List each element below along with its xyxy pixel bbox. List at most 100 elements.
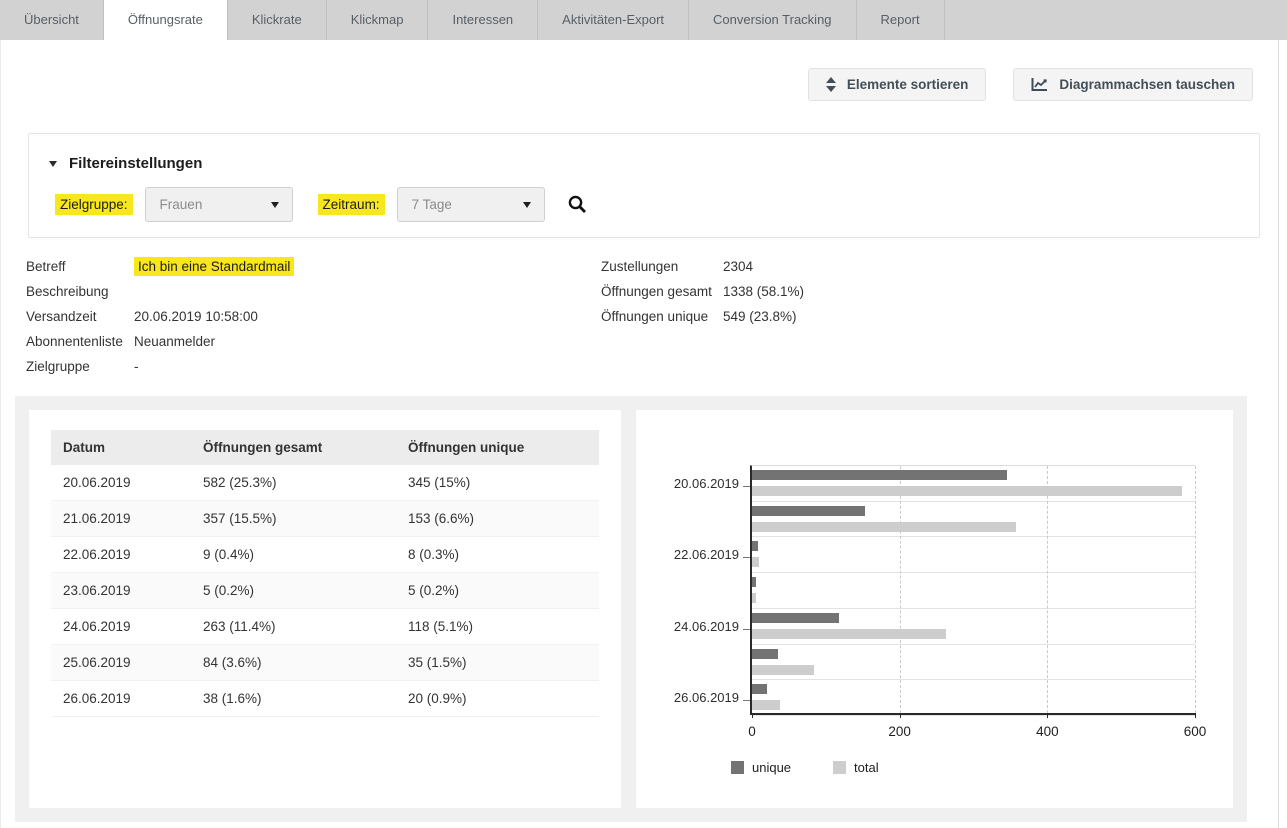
chart-xlabel: 200 bbox=[888, 724, 911, 739]
results-panel: DatumÖffnungen gesamtÖffnungen unique 20… bbox=[15, 396, 1247, 822]
detail-label: Zielgruppe bbox=[26, 359, 134, 374]
chart-plot: 20.06.201922.06.201924.06.201926.06.2019… bbox=[750, 465, 1195, 715]
chart-ylabel: 20.06.2019 bbox=[674, 476, 739, 491]
table-cell: 5 (0.2%) bbox=[396, 573, 599, 609]
tab-klickrate[interactable]: Klickrate bbox=[228, 0, 327, 40]
tab-conversion-tracking[interactable]: Conversion Tracking bbox=[689, 0, 857, 40]
search-icon[interactable] bbox=[567, 194, 588, 215]
line-chart-icon bbox=[1031, 77, 1048, 92]
chart-row bbox=[752, 537, 1195, 573]
legend-label: total bbox=[854, 760, 879, 775]
chart-bar-total bbox=[752, 700, 780, 710]
table-cell: 20 (0.9%) bbox=[396, 681, 599, 717]
zielgruppe-dropdown[interactable]: Frauen bbox=[145, 187, 293, 222]
openings-table-card: DatumÖffnungen gesamtÖffnungen unique 20… bbox=[29, 410, 621, 808]
detail-row: Versandzeit20.06.2019 10:58:00 bbox=[26, 304, 294, 329]
table-cell: 118 (5.1%) bbox=[396, 609, 599, 645]
swap-chart-axes-label: Diagrammachsen tauschen bbox=[1059, 77, 1235, 92]
sort-arrows-icon bbox=[826, 77, 836, 92]
chart-gridline bbox=[1047, 466, 1048, 713]
table-column-header: Öffnungen unique bbox=[396, 430, 599, 465]
table-cell: 26.06.2019 bbox=[51, 681, 191, 717]
table-cell: 9 (0.4%) bbox=[191, 537, 396, 573]
chart-xlabel: 400 bbox=[1036, 724, 1059, 739]
detail-row: BetreffIch bin eine Standardmail bbox=[26, 254, 294, 279]
dropdown-caret-icon bbox=[523, 202, 531, 208]
table-cell: 24.06.2019 bbox=[51, 609, 191, 645]
chart-bar-unique bbox=[752, 470, 1007, 480]
filter-settings-panel: Filtereinstellungen Zielgruppe: Frauen Z… bbox=[28, 133, 1260, 238]
zielgruppe-selected-value: Frauen bbox=[160, 197, 203, 212]
zielgruppe-label: Zielgruppe: bbox=[55, 194, 133, 215]
chart-bar-total bbox=[752, 665, 814, 675]
table-row: 23.06.20195 (0.2%)5 (0.2%) bbox=[51, 573, 599, 609]
chart-ytick bbox=[743, 486, 750, 487]
zeitraum-dropdown[interactable]: 7 Tage bbox=[397, 187, 545, 222]
chart-row bbox=[752, 645, 1195, 681]
table-row: 22.06.20199 (0.4%)8 (0.3%) bbox=[51, 537, 599, 573]
table-row: 21.06.2019357 (15.5%)153 (6.6%) bbox=[51, 501, 599, 537]
detail-value: 549 (23.8%) bbox=[723, 309, 797, 324]
chart-xlabel: 600 bbox=[1184, 724, 1207, 739]
chart-ylabel: 24.06.2019 bbox=[674, 619, 739, 634]
table-cell: 20.06.2019 bbox=[51, 465, 191, 501]
table-cell: 38 (1.6%) bbox=[191, 681, 396, 717]
detail-row: Öffnungen gesamt1338 (58.1%) bbox=[601, 279, 804, 304]
filter-settings-title: Filtereinstellungen bbox=[69, 155, 202, 172]
legend-item-unique: unique bbox=[731, 760, 791, 775]
detail-value: - bbox=[134, 359, 139, 374]
sort-elements-label: Elemente sortieren bbox=[847, 77, 969, 92]
swap-chart-axes-button[interactable]: Diagrammachsen tauschen bbox=[1013, 68, 1253, 101]
chart-bar-unique bbox=[752, 506, 865, 516]
table-cell: 357 (15.5%) bbox=[191, 501, 396, 537]
detail-value: 2304 bbox=[723, 259, 753, 274]
chart-ylabel: 26.06.2019 bbox=[674, 690, 739, 705]
chart-bar-unique bbox=[752, 613, 839, 623]
table-cell: 5 (0.2%) bbox=[191, 573, 396, 609]
table-row: 24.06.2019263 (11.4%)118 (5.1%) bbox=[51, 609, 599, 645]
filter-controls-row: Zielgruppe: Frauen Zeitraum: 7 Tage bbox=[49, 187, 1259, 222]
table-row: 25.06.201984 (3.6%)35 (1.5%) bbox=[51, 645, 599, 681]
chart-bar-total bbox=[752, 629, 946, 639]
table-body: 20.06.2019582 (25.3%)345 (15%)21.06.2019… bbox=[51, 465, 599, 717]
chart-row bbox=[752, 609, 1195, 645]
tab--ffnungsrate[interactable]: Öffnungsrate bbox=[104, 0, 228, 40]
openings-table: DatumÖffnungen gesamtÖffnungen unique 20… bbox=[51, 430, 599, 717]
mail-details-left: BetreffIch bin eine StandardmailBeschrei… bbox=[26, 254, 294, 379]
table-cell: 345 (15%) bbox=[396, 465, 599, 501]
tab-aktivit-ten-export[interactable]: Aktivitäten-Export bbox=[538, 0, 689, 40]
chart-xtick bbox=[900, 713, 901, 718]
chart-bar-unique bbox=[752, 684, 767, 694]
detail-row: Beschreibung bbox=[26, 279, 294, 304]
detail-value: Ich bin eine Standardmail bbox=[134, 257, 294, 276]
filter-settings-header[interactable]: Filtereinstellungen bbox=[49, 155, 1259, 172]
table-cell: 25.06.2019 bbox=[51, 645, 191, 681]
chart-gridline bbox=[1195, 466, 1196, 713]
chart-xtick bbox=[1047, 713, 1048, 718]
detail-row: AbonnentenlisteNeuanmelder bbox=[26, 329, 294, 354]
detail-value: Neuanmelder bbox=[134, 334, 215, 349]
sort-elements-button[interactable]: Elemente sortieren bbox=[808, 68, 987, 101]
toolbar: Elemente sortieren Diagrammachsen tausch… bbox=[808, 68, 1253, 101]
tab-interessen[interactable]: Interessen bbox=[428, 0, 538, 40]
zeitraum-selected-value: 7 Tage bbox=[412, 197, 452, 212]
chart-ylabel: 22.06.2019 bbox=[674, 547, 739, 562]
tab-report[interactable]: Report bbox=[857, 0, 945, 40]
table-cell: 84 (3.6%) bbox=[191, 645, 396, 681]
mail-details-right: Zustellungen2304Öffnungen gesamt1338 (58… bbox=[601, 254, 804, 329]
detail-label: Betreff bbox=[26, 259, 134, 274]
tab-klickmap[interactable]: Klickmap bbox=[327, 0, 429, 40]
table-header-row: DatumÖffnungen gesamtÖffnungen unique bbox=[51, 430, 599, 465]
table-column-header: Öffnungen gesamt bbox=[191, 430, 396, 465]
legend-swatch-total bbox=[833, 761, 846, 774]
chart-gridline bbox=[900, 466, 901, 713]
chart-bar-total bbox=[752, 557, 759, 567]
chart-ytick bbox=[743, 629, 750, 630]
legend-label: unique bbox=[752, 760, 791, 775]
tab--bersicht[interactable]: Übersicht bbox=[0, 0, 104, 40]
collapse-caret-icon bbox=[49, 161, 57, 167]
table-cell: 263 (11.4%) bbox=[191, 609, 396, 645]
chart-bar-total bbox=[752, 486, 1182, 496]
detail-label: Öffnungen unique bbox=[601, 309, 723, 324]
detail-value: 20.06.2019 10:58:00 bbox=[134, 309, 258, 324]
